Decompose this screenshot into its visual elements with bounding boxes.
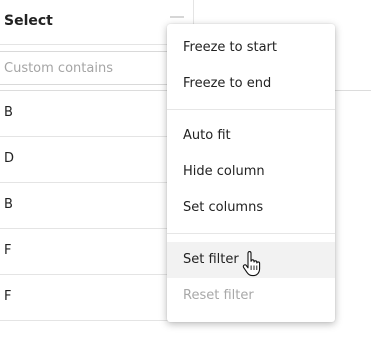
table-row[interactable]: B — [0, 183, 193, 229]
table-row[interactable]: B — [0, 91, 193, 137]
menu-item-set-columns[interactable]: Set columns — [167, 190, 335, 226]
hand-pointer-icon — [242, 251, 261, 277]
table-row[interactable]: F — [0, 229, 193, 275]
menu-item-freeze-to-start[interactable]: Freeze to start — [167, 30, 335, 66]
menu-separator — [167, 233, 335, 234]
menu-item-hide-column[interactable]: Hide column — [167, 154, 335, 190]
filter-row — [0, 45, 193, 91]
cell-value: D — [4, 151, 15, 166]
menu-item-label: Freeze to start — [183, 40, 278, 55]
grid-view: Select B D B F F Freeze to start Freeze … — [0, 0, 371, 338]
filter-input[interactable] — [0, 51, 193, 85]
column-menu-button[interactable] — [170, 16, 184, 22]
table-row[interactable]: F — [0, 275, 193, 321]
menu-item-label: Set columns — [183, 200, 264, 215]
cell-value: F — [4, 289, 12, 304]
menu-item-label: Auto fit — [183, 128, 231, 143]
column-header[interactable]: Select — [0, 0, 193, 45]
column-context-menu: Freeze to start Freeze to end Auto fit H… — [167, 24, 335, 322]
menu-item-auto-fit[interactable]: Auto fit — [167, 118, 335, 154]
menu-item-label: Set filter — [183, 252, 239, 267]
cell-value: F — [4, 243, 12, 258]
cell-value: B — [4, 105, 13, 120]
menu-separator — [167, 109, 335, 110]
menu-item-label: Reset filter — [183, 288, 254, 303]
table-row[interactable]: D — [0, 137, 193, 183]
select-column: Select B D B F F — [0, 0, 193, 338]
menu-item-label: Freeze to end — [183, 76, 272, 91]
menu-item-reset-filter[interactable]: Reset filter — [167, 278, 335, 314]
menu-item-label: Hide column — [183, 164, 265, 179]
cell-value: B — [4, 197, 13, 212]
column-header-title: Select — [4, 13, 53, 29]
menu-item-freeze-to-end[interactable]: Freeze to end — [167, 66, 335, 102]
